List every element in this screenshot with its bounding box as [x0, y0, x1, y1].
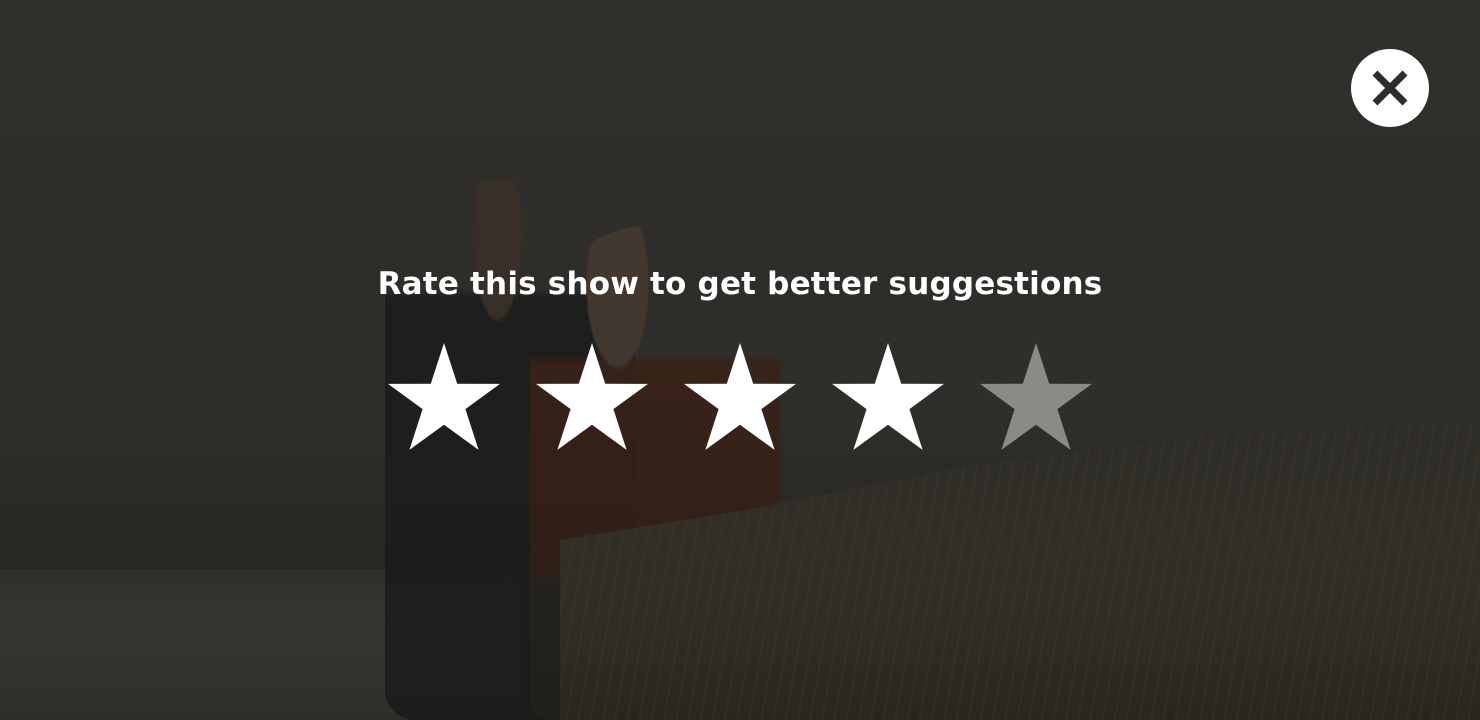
close-icon — [1372, 70, 1408, 106]
star-5-icon[interactable] — [980, 343, 1092, 451]
rating-screen: Rate this show to get better suggestions — [0, 0, 1480, 720]
star-4-icon[interactable] — [832, 343, 944, 451]
star-rating — [388, 343, 1092, 451]
star-1-icon[interactable] — [388, 343, 500, 451]
star-2-icon[interactable] — [536, 343, 648, 451]
star-3-icon[interactable] — [684, 343, 796, 451]
rating-title: Rate this show to get better suggestions — [377, 266, 1103, 302]
close-button[interactable] — [1351, 49, 1429, 127]
